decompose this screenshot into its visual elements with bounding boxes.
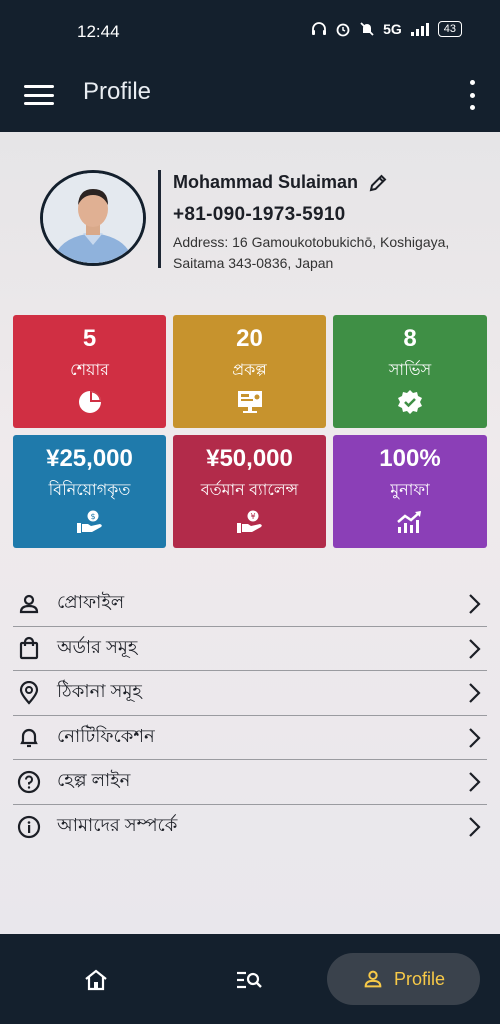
menu-item-label: নোটিফিকেশন [57,725,155,746]
chevron-right-icon [469,638,481,659]
profile-phone: +81-090-1973-5910 [173,204,346,225]
profile-name-row: Mohammad Sulaiman [173,172,388,193]
tile-label: মুনাফা [390,482,430,499]
menu-item-label: অর্ডার সমূহ [57,636,138,657]
tile-current-balance[interactable]: ¥50,000 বর্তমান ব্যালেন্স ¥ [173,435,326,548]
menu-item-label: হেল্প লাইন [57,770,131,791]
main-content: Mohammad Sulaiman +81-090-1973-5910 Addr… [0,132,500,934]
person-icon [15,590,43,618]
hand-coin-icon: ¥ [236,510,262,533]
chevron-right-icon [469,727,481,748]
location-pin-icon [15,679,43,707]
help-circle-icon [15,768,43,796]
bottom-navigation: Profile [0,934,500,1024]
person-icon [364,970,382,988]
profile-divider [158,170,161,268]
svg-text:$: $ [90,512,95,521]
menu-item-label: প্রোফাইল [57,592,125,613]
tile-label: সার্ভিস [388,362,432,379]
bell-icon [15,723,43,751]
chevron-right-icon [469,772,481,792]
menu-item-label: ঠিকানা সমূহ [57,681,142,702]
nav-profile-tab[interactable]: Profile [327,953,480,1005]
profile-menu: প্রোফাইল অর্ডার সমূহ ঠিকানা সমূহ নোটিফিক… [13,582,487,849]
more-options-icon[interactable] [468,80,476,110]
tile-label: শেয়ার [70,362,109,379]
tile-invested[interactable]: ¥25,000 বিনিয়োগকৃত $ [13,435,166,548]
edit-pencil-icon[interactable] [368,173,388,193]
tile-label: বিনিয়োগকৃত [48,482,131,499]
chevron-right-icon [469,594,481,614]
nav-profile-label: Profile [393,968,446,989]
tile-projects[interactable]: 20 প্রকল্প [173,315,326,428]
app-bar: Profile [0,60,500,132]
hand-coin-icon: $ [76,510,102,533]
hamburger-menu-icon[interactable] [24,82,54,108]
presentation-icon [237,391,262,413]
alarm-icon [336,23,350,37]
tile-shares[interactable]: 5 শেয়ার [13,315,166,428]
status-bar: 12:44 5G 43 [0,0,500,60]
network-label: 5G [383,21,402,37]
menu-item-about-us[interactable]: আমাদের সম্পর্কে [13,805,487,850]
menu-item-addresses[interactable]: ঠিকানা সমূহ [13,671,487,716]
verified-badge-icon [398,390,422,414]
tile-value: 100% [379,445,441,472]
mute-icon [360,22,374,36]
menu-item-helpline[interactable]: হেল্প লাইন [13,760,487,805]
tile-value: ¥25,000 [46,445,133,472]
profile-name: Mohammad Sulaiman [173,172,359,192]
menu-item-label: আমাদের সম্পর্কে [57,815,178,836]
tile-label: প্রকল্প [232,362,267,379]
tile-value: 8 [403,325,417,352]
search-list-icon[interactable] [235,968,263,992]
tile-value: 20 [236,325,263,352]
pie-chart-icon [78,391,101,413]
info-icon [15,813,43,841]
tile-value: 5 [82,325,97,352]
tile-services[interactable]: 8 সার্ভিস [333,315,487,428]
status-time: 12:44 [77,22,120,41]
headphones-icon [312,22,327,35]
menu-item-notifications[interactable]: নোটিফিকেশন [13,716,487,760]
svg-text:¥: ¥ [250,512,255,521]
profile-address: Address: 16 Gamoukotobukichō, Koshigaya,… [173,234,450,271]
page-title: Profile [83,78,152,105]
stats-grid: 5 শেয়ার 20 প্রকল্প 8 সার্ভিস ¥25,000 বি… [13,315,487,548]
home-icon[interactable] [83,968,109,992]
avatar[interactable] [40,170,146,266]
chevron-right-icon [469,816,481,837]
menu-item-profile[interactable]: প্রোফাইল [13,582,487,627]
tile-profit[interactable]: 100% মুনাফা [333,435,487,548]
battery-icon: 43 [437,21,462,37]
shopping-bag-icon [15,634,43,662]
chevron-right-icon [469,683,481,703]
status-icons: 5G 43 [311,21,462,37]
tile-label: বর্তমান ব্যালেন্স [200,482,299,499]
trending-up-icon [397,511,421,533]
tile-value: ¥50,000 [206,445,293,472]
signal-icon [410,23,429,36]
menu-item-orders[interactable]: অর্ডার সমূহ [13,627,487,671]
